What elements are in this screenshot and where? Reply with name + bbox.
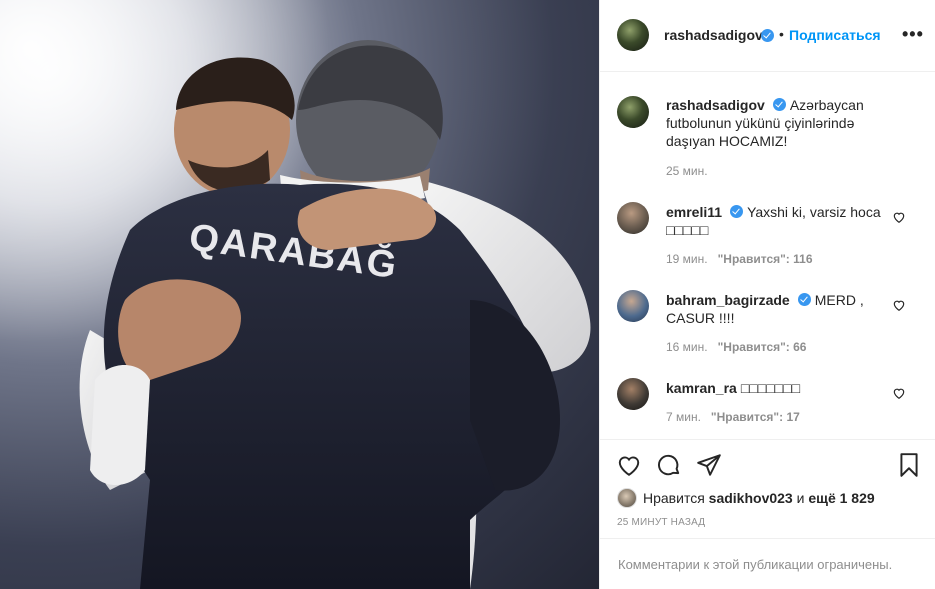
comment-avatar[interactable] <box>617 290 649 322</box>
comment-avatar[interactable] <box>617 202 649 234</box>
post-timestamp[interactable]: 25 МИНУТ НАЗАД <box>617 517 705 528</box>
comment-icon[interactable] <box>656 452 682 478</box>
liker-username[interactable]: sadikhov023 <box>709 490 793 506</box>
comment-meta: 7 мин. "Нравится": 17 <box>666 410 800 424</box>
likes-count[interactable]: ещё 1 829 <box>808 490 874 506</box>
comments-limited-notice: Комментарии к этой публикации ограничены… <box>600 538 935 589</box>
likes-middle: и <box>796 490 805 506</box>
heart-icon[interactable] <box>616 452 642 478</box>
separator-dot: • <box>779 26 784 42</box>
author-avatar[interactable] <box>617 19 649 51</box>
caption-text-block: rashadsadigov Azərbaycan futbolunun yükün… <box>666 96 898 150</box>
comment-likes[interactable]: "Нравится": 17 <box>711 410 800 424</box>
share-icon[interactable] <box>696 452 722 478</box>
comment-time[interactable]: 7 мин. <box>666 410 701 424</box>
caption-time[interactable]: 25 мин. <box>666 164 708 178</box>
comment-meta: 16 мин. "Нравится": 66 <box>666 340 806 354</box>
comments-list[interactable]: rashadsadigov Azərbaycan futbolunun yükün… <box>600 72 935 439</box>
comment-likes[interactable]: "Нравится": 116 <box>718 252 813 266</box>
liker-avatar[interactable] <box>617 488 637 508</box>
comment-likes[interactable]: "Нравится": 66 <box>718 340 807 354</box>
comment-text: □□□□□□□ <box>740 380 801 396</box>
comment-text-block: kamran_ra □□□□□□□ <box>666 379 898 397</box>
comment-text-block: bahram_bagirzade MERD , CASUR !!!! <box>666 291 898 327</box>
comment-avatar[interactable] <box>617 378 649 410</box>
author-username[interactable]: rashadsadigov <box>664 27 763 43</box>
post-sidebar: rashadsadigov • Подписаться ••• rashadsa… <box>599 0 935 589</box>
verified-icon <box>730 205 744 218</box>
comment-like-icon[interactable] <box>892 386 906 400</box>
verified-icon <box>797 293 811 306</box>
post-actions: Нравится sadikhov023 и ещё 1 829 25 МИНУ… <box>600 439 935 589</box>
more-icon[interactable]: ••• <box>902 24 924 45</box>
verified-icon <box>772 98 786 111</box>
comment-meta: 19 мин. "Нравится": 116 <box>666 252 813 266</box>
photo-illustration: QARABAĞ <box>0 0 599 589</box>
comment-time[interactable]: 19 мин. <box>666 252 708 266</box>
verified-icon <box>761 29 774 42</box>
caption-author[interactable]: rashadsadigov <box>666 97 765 113</box>
likes-prefix: Нравится <box>643 490 705 506</box>
bookmark-icon[interactable] <box>896 452 922 478</box>
comment-like-icon[interactable] <box>892 298 906 312</box>
follow-button[interactable]: Подписаться <box>789 27 881 43</box>
comment-author[interactable]: emreli11 <box>666 204 722 220</box>
comment-time[interactable]: 16 мин. <box>666 340 708 354</box>
caption-author-avatar[interactable] <box>617 96 649 128</box>
comment-author[interactable]: kamran_ra <box>666 380 737 396</box>
likes-summary: Нравится sadikhov023 и ещё 1 829 <box>617 488 875 508</box>
comment-author[interactable]: bahram_bagirzade <box>666 292 790 308</box>
comment-like-icon[interactable] <box>892 210 906 224</box>
comment-text-block: emreli11 Yaxshi ki, varsiz hoca □□□□□ <box>666 203 898 239</box>
post-photo[interactable]: QARABAĞ <box>0 0 599 589</box>
post-header: rashadsadigov • Подписаться ••• <box>600 0 935 72</box>
comments-limited-text: Комментарии к этой публикации ограничены… <box>618 557 893 572</box>
